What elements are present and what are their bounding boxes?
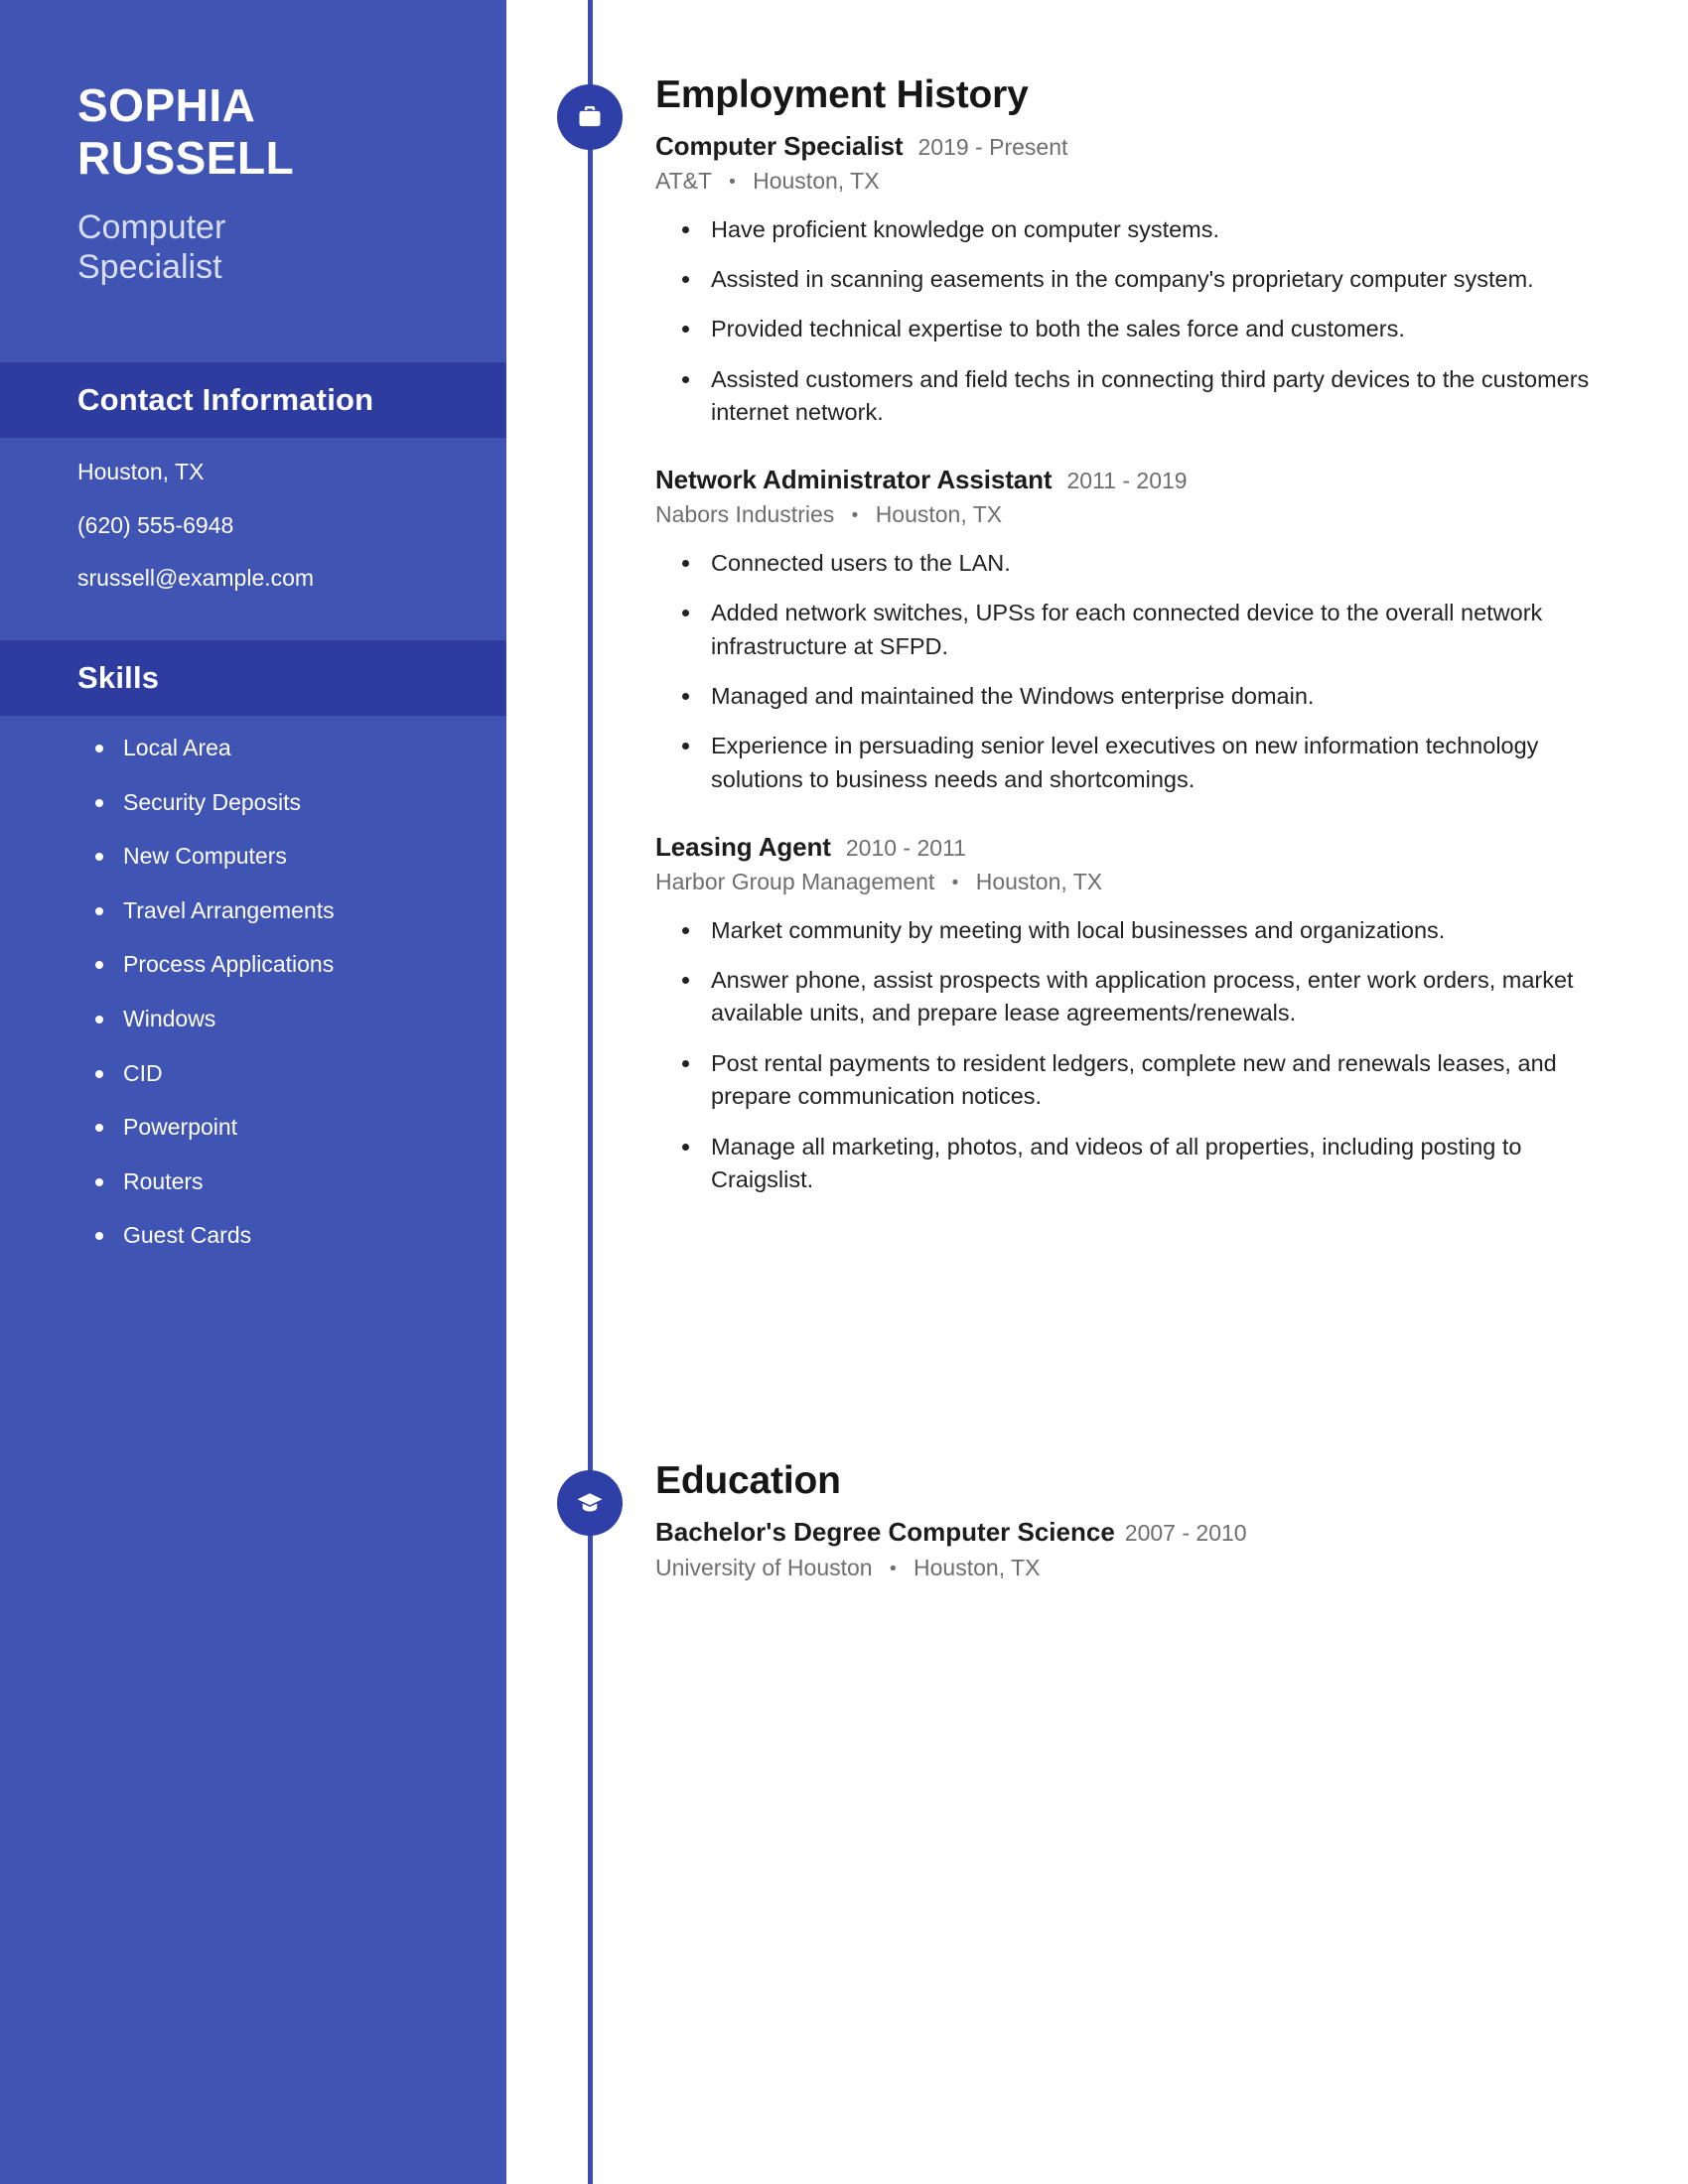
job-bullets: Have proficient knowledge on computer sy… [655,213,1609,430]
job-dates: 2019 - Present [917,134,1068,160]
school-location: Houston, TX [914,1555,1041,1580]
meta-separator: • [729,171,736,193]
employment-section: Employment History Computer Specialist 2… [655,75,1609,1196]
resume-page: SOPHIA RUSSELL Computer Specialist Conta… [0,0,1688,2184]
job-title: Leasing Agent [655,832,831,863]
education-meta: University of Houston • Houston, TX [655,1555,1609,1581]
education-entry: Bachelor's Degree Computer Science 2007 … [655,1517,1609,1581]
job-dates: 2010 - 2011 [845,835,966,862]
briefcase-icon [557,84,623,150]
job-meta: Nabors Industries • Houston, TX [655,501,1609,529]
meta-separator: • [851,504,859,526]
timeline-rail [588,0,593,2184]
job-location: Houston, TX [975,869,1103,895]
bullet-item: Experience in persuading senior level ex… [681,730,1609,796]
employment-entry: Leasing Agent 2010 - 2011 Harbor Group M… [655,832,1609,1196]
degree-title: Bachelor's Degree Computer Science [655,1517,1115,1547]
bullet-item: Have proficient knowledge on computer sy… [681,213,1609,246]
education-header: Bachelor's Degree Computer Science 2007 … [655,1517,1609,1548]
bullet-item: Assisted customers and field techs in co… [681,363,1609,430]
job-bullets: Market community by meeting with local b… [655,914,1609,1197]
employment-heading: Employment History [655,73,1029,116]
bullet-item: Connected users to the LAN. [681,547,1609,580]
job-company: Nabors Industries [655,501,835,528]
job-title: Computer Specialist [655,131,904,161]
employment-entry: Computer Specialist 2019 - Present AT&T … [655,131,1609,429]
job-dates: 2011 - 2019 [1066,468,1188,494]
job-location: Houston, TX [875,501,1003,528]
meta-separator: • [951,872,959,893]
entry-header: Network Administrator Assistant 2011 - 2… [655,465,1609,495]
meta-separator: • [889,1558,897,1579]
job-meta: Harbor Group Management • Houston, TX [655,869,1609,896]
entry-header: Leasing Agent 2010 - 2011 [655,832,1609,863]
employment-entry: Network Administrator Assistant 2011 - 2… [655,465,1609,796]
main-content: Employment History Computer Specialist 2… [0,0,1688,2184]
education-section: Education Bachelor's Degree Computer Sci… [655,1461,1609,1581]
job-location: Houston, TX [753,168,880,194]
graduation-cap-icon [557,1470,623,1536]
job-meta: AT&T • Houston, TX [655,168,1609,196]
bullet-item: Assisted in scanning easements in the co… [681,263,1609,296]
bullet-item: Post rental payments to resident ledgers… [681,1047,1609,1114]
entry-header: Computer Specialist 2019 - Present [655,131,1609,162]
bullet-item: Manage all marketing, photos, and videos… [681,1131,1609,1197]
job-company: AT&T [655,168,712,194]
education-heading: Education [655,1459,841,1502]
bullet-item: Managed and maintained the Windows enter… [681,680,1609,713]
bullet-item: Market community by meeting with local b… [681,914,1609,947]
school-name: University of Houston [655,1555,873,1580]
bullet-item: Provided technical expertise to both the… [681,313,1609,345]
job-title: Network Administrator Assistant [655,465,1053,495]
job-bullets: Connected users to the LAN. Added networ… [655,547,1609,796]
job-company: Harbor Group Management [655,869,935,895]
bullet-item: Added network switches, UPSs for each co… [681,597,1609,663]
degree-dates: 2007 - 2010 [1124,1520,1247,1546]
bullet-item: Answer phone, assist prospects with appl… [681,964,1609,1030]
